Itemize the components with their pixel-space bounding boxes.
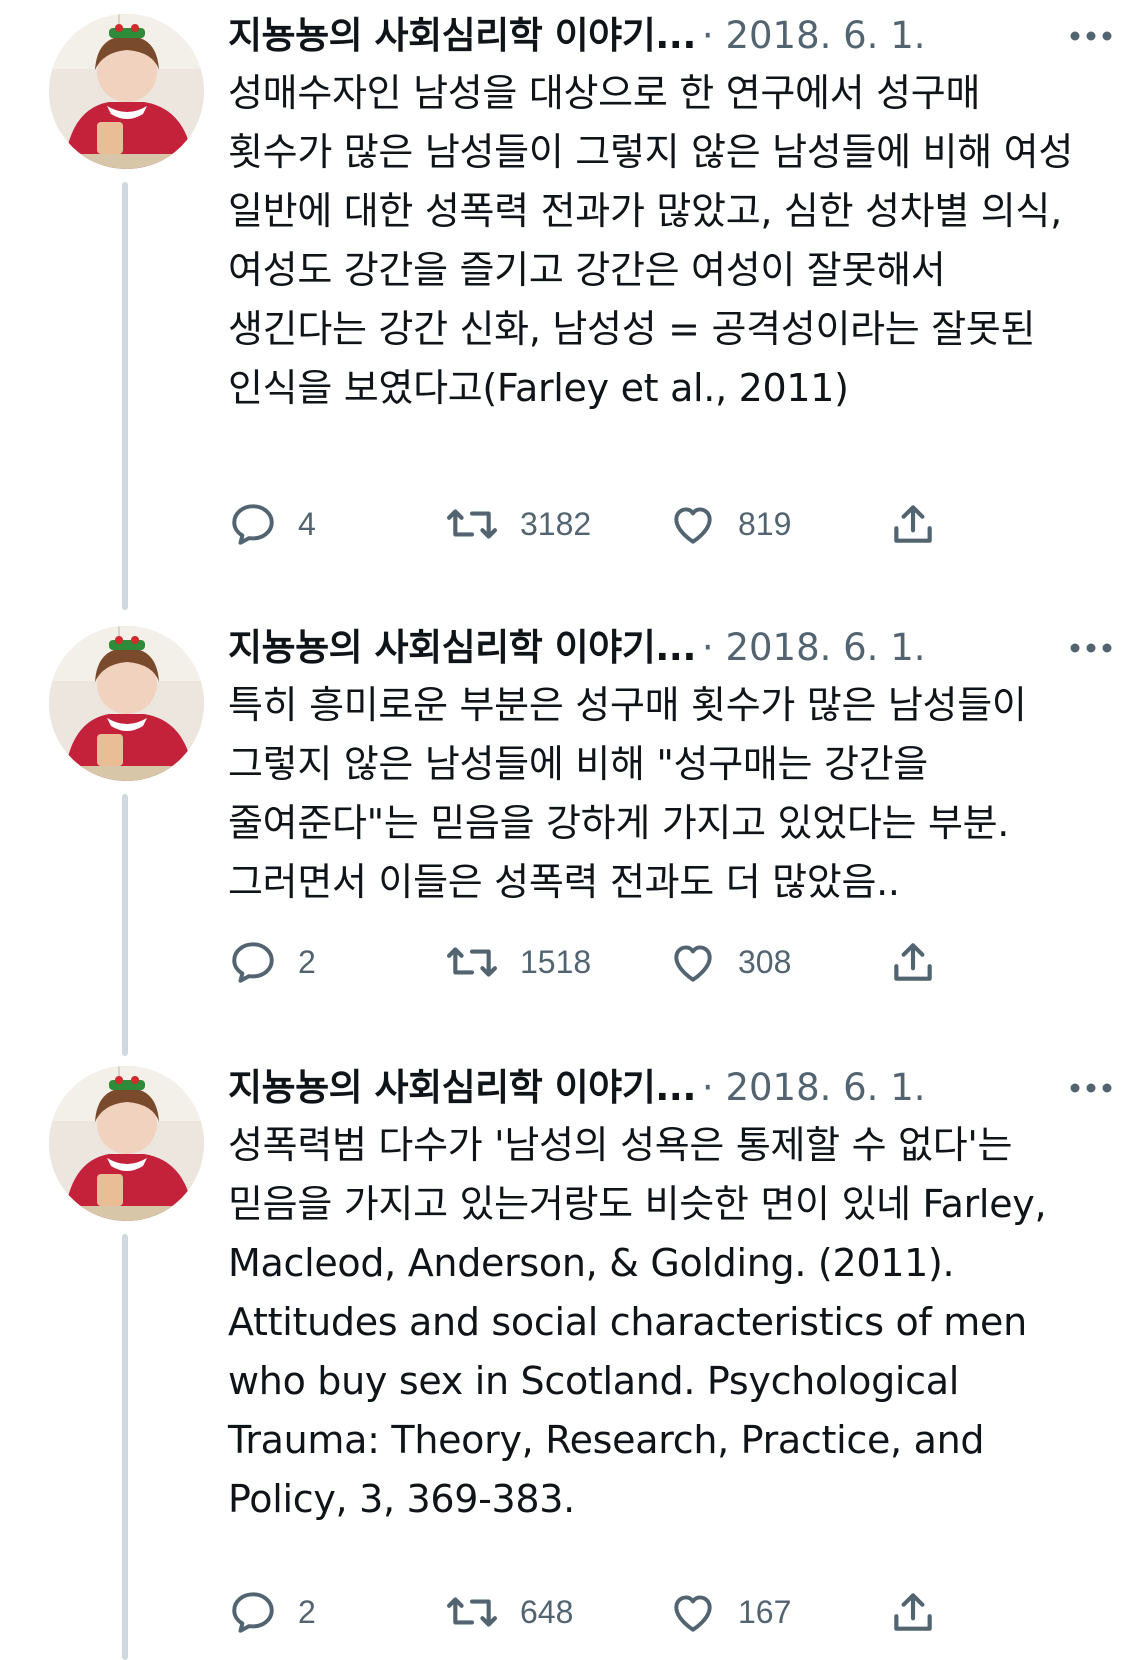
heart-icon bbox=[668, 937, 718, 987]
tweet-date[interactable]: · 2018. 6. 1. bbox=[702, 14, 926, 57]
tweet-text: 특히 흥미로운 부분은 성구매 횟수가 많은 남성들이 그렇지 않은 남성들에 … bbox=[228, 683, 1027, 904]
avatar[interactable] bbox=[49, 14, 204, 169]
tweet-date[interactable]: · 2018. 6. 1. bbox=[702, 626, 926, 669]
tweet-2[interactable]: 지뇽뇽의 사회심리학 이야기... · 2018. 6. 1. 특히 흥미로운 부… bbox=[0, 616, 1125, 1056]
share-icon bbox=[888, 937, 938, 987]
avatar-image bbox=[49, 14, 204, 169]
thread-connector bbox=[122, 794, 128, 1056]
reply-count: 4 bbox=[298, 505, 316, 542]
tweet-3[interactable]: 지뇽뇽의 사회심리학 이야기... · 2018. 6. 1. 성폭력범 다수가 … bbox=[0, 1056, 1125, 1660]
tweet-1[interactable]: 지뇽뇽의 사회심리학 이야기... · 2018. 6. 1. 성매수자인 남성을… bbox=[0, 0, 1125, 610]
retweet-count: 3182 bbox=[520, 505, 592, 542]
share-button[interactable] bbox=[888, 494, 938, 554]
thread-connector bbox=[122, 182, 128, 610]
retweet-button[interactable]: 648 bbox=[444, 1582, 573, 1642]
like-count: 819 bbox=[738, 505, 792, 542]
action-bar: 2 648 167 bbox=[228, 1582, 948, 1642]
more-icon[interactable] bbox=[1065, 1060, 1117, 1116]
like-count: 167 bbox=[738, 1593, 792, 1630]
tweet-header: 지뇽뇽의 사회심리학 이야기... · 2018. 6. 1. bbox=[228, 8, 1088, 64]
like-button[interactable]: 819 bbox=[668, 494, 791, 554]
reply-icon bbox=[228, 1587, 278, 1637]
avatar[interactable] bbox=[49, 1066, 204, 1221]
avatar-image bbox=[49, 626, 204, 781]
retweet-count: 1518 bbox=[520, 943, 592, 980]
tweet-header: 지뇽뇽의 사회심리학 이야기... · 2018. 6. 1. bbox=[228, 620, 1088, 676]
reply-button[interactable]: 4 bbox=[228, 494, 316, 554]
retweet-icon bbox=[444, 1587, 500, 1637]
retweet-count: 648 bbox=[520, 1593, 574, 1630]
share-icon bbox=[888, 499, 938, 549]
avatar-image bbox=[49, 1066, 204, 1221]
share-icon bbox=[888, 1587, 938, 1637]
share-button[interactable] bbox=[888, 1582, 938, 1642]
reply-button[interactable]: 2 bbox=[228, 1582, 316, 1642]
avatar[interactable] bbox=[49, 626, 204, 781]
retweet-icon bbox=[444, 499, 500, 549]
retweet-button[interactable]: 3182 bbox=[444, 494, 591, 554]
like-button[interactable]: 308 bbox=[668, 932, 791, 992]
action-bar: 2 1518 308 bbox=[228, 932, 948, 992]
reply-count: 2 bbox=[298, 1593, 316, 1630]
like-count: 308 bbox=[738, 943, 792, 980]
more-icon[interactable] bbox=[1065, 8, 1117, 64]
thread-connector bbox=[122, 1234, 128, 1660]
author-name[interactable]: 지뇽뇽의 사회심리학 이야기... bbox=[228, 1066, 696, 1109]
tweet-header: 지뇽뇽의 사회심리학 이야기... · 2018. 6. 1. bbox=[228, 1060, 1088, 1116]
reply-icon bbox=[228, 937, 278, 987]
tweet-text: 성폭력범 다수가 '남성의 성욕은 통제할 수 없다'는 믿음을 가지고 있는거… bbox=[228, 1123, 1047, 1521]
reply-count: 2 bbox=[298, 943, 316, 980]
heart-icon bbox=[668, 499, 718, 549]
tweet-date[interactable]: · 2018. 6. 1. bbox=[702, 1066, 926, 1109]
author-name[interactable]: 지뇽뇽의 사회심리학 이야기... bbox=[228, 14, 696, 57]
tweet-text: 성매수자인 남성을 대상으로 한 연구에서 성구매 횟수가 많은 남성들이 그렇… bbox=[228, 71, 1073, 410]
reply-icon bbox=[228, 499, 278, 549]
heart-icon bbox=[668, 1587, 718, 1637]
retweet-button[interactable]: 1518 bbox=[444, 932, 591, 992]
author-name[interactable]: 지뇽뇽의 사회심리학 이야기... bbox=[228, 626, 696, 669]
action-bar: 4 3182 819 bbox=[228, 494, 948, 554]
more-icon[interactable] bbox=[1065, 620, 1117, 676]
share-button[interactable] bbox=[888, 932, 938, 992]
like-button[interactable]: 167 bbox=[668, 1582, 791, 1642]
reply-button[interactable]: 2 bbox=[228, 932, 316, 992]
retweet-icon bbox=[444, 937, 500, 987]
